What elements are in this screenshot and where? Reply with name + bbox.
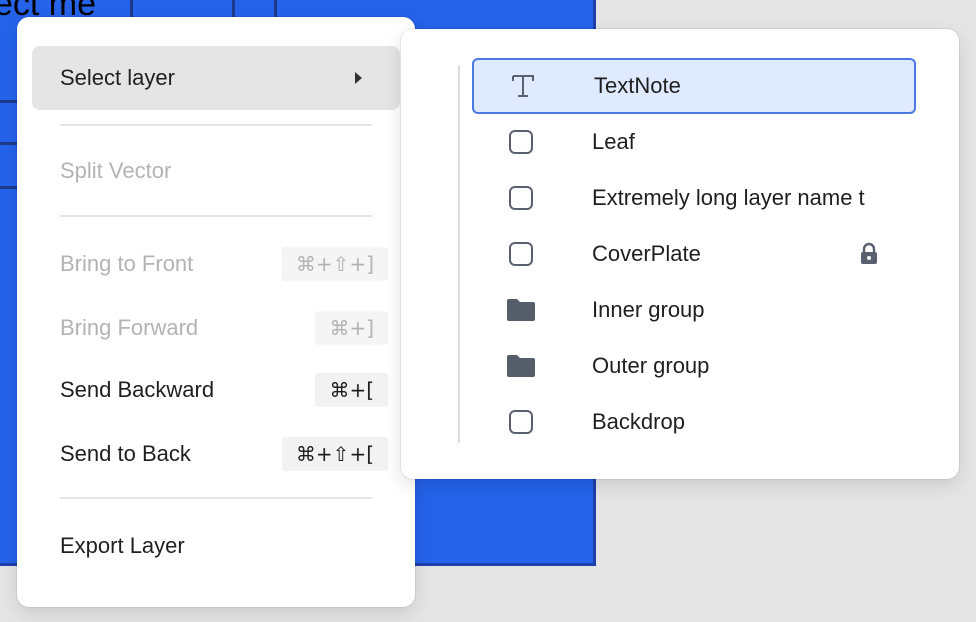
layer-name: Backdrop [592, 409, 685, 434]
folder-icon [506, 295, 536, 325]
layer-item-leaf[interactable]: Leaf [472, 114, 916, 170]
context-menu: Select layer Split Vector Bring to Front… [17, 17, 415, 607]
rectangle-icon [506, 183, 536, 213]
layer-name: Leaf [592, 129, 635, 154]
layer-name: Outer group [592, 353, 710, 378]
select-layer-submenu: TextNote Leaf Extremely long layer name … [401, 29, 959, 479]
chevron-right-icon [355, 72, 362, 84]
layer-item-inner-group[interactable]: Inner group [472, 282, 916, 338]
text-icon [508, 71, 538, 101]
shortcut-badge: ⌘+⇧+[ [281, 437, 388, 471]
menu-item-label: Bring to Front [60, 251, 194, 276]
menu-item-bring-forward[interactable]: Bring Forward ⌘+] [32, 296, 400, 360]
menu-separator [60, 124, 372, 126]
shortcut-badge: ⌘+⇧+] [281, 247, 388, 281]
layer-name: CoverPlate [592, 241, 701, 266]
folder-icon [506, 351, 536, 381]
layer-item-coverplate[interactable]: CoverPlate [472, 226, 916, 282]
rectangle-icon [506, 239, 536, 269]
layer-name: TextNote [594, 73, 681, 98]
layer-name: Extremely long layer name t [592, 185, 865, 210]
menu-separator [60, 215, 372, 217]
menu-item-label: Select layer [60, 65, 175, 90]
menu-item-send-backward[interactable]: Send Backward ⌘+[ [32, 358, 400, 422]
lock-icon[interactable] [858, 242, 880, 266]
layer-item-backdrop[interactable]: Backdrop [472, 394, 916, 450]
shortcut-badge: ⌘+[ [315, 373, 388, 407]
menu-item-label: Split Vector [60, 158, 172, 183]
shortcut-badge: ⌘+] [315, 311, 388, 345]
menu-item-label: Bring Forward [60, 315, 199, 340]
menu-item-send-to-back[interactable]: Send to Back ⌘+⇧+[ [32, 422, 400, 486]
menu-item-label: Send Backward [60, 377, 215, 402]
tree-guide-line [458, 65, 460, 443]
rectangle-icon [506, 127, 536, 157]
menu-item-select-layer[interactable]: Select layer [32, 46, 400, 110]
rectangle-icon [506, 407, 536, 437]
menu-item-split-vector[interactable]: Split Vector [32, 139, 400, 203]
layer-item-outer-group[interactable]: Outer group [472, 338, 916, 394]
menu-item-bring-to-front[interactable]: Bring to Front ⌘+⇧+] [32, 232, 400, 296]
menu-item-label: Send to Back [60, 441, 191, 466]
menu-item-export-layer[interactable]: Export Layer [32, 514, 400, 578]
layer-name: Inner group [592, 297, 705, 322]
layer-item-long-name[interactable]: Extremely long layer name t [472, 170, 916, 226]
menu-separator [60, 497, 372, 499]
menu-item-label: Export Layer [60, 533, 185, 558]
layer-item-textnote[interactable]: TextNote [472, 58, 916, 114]
